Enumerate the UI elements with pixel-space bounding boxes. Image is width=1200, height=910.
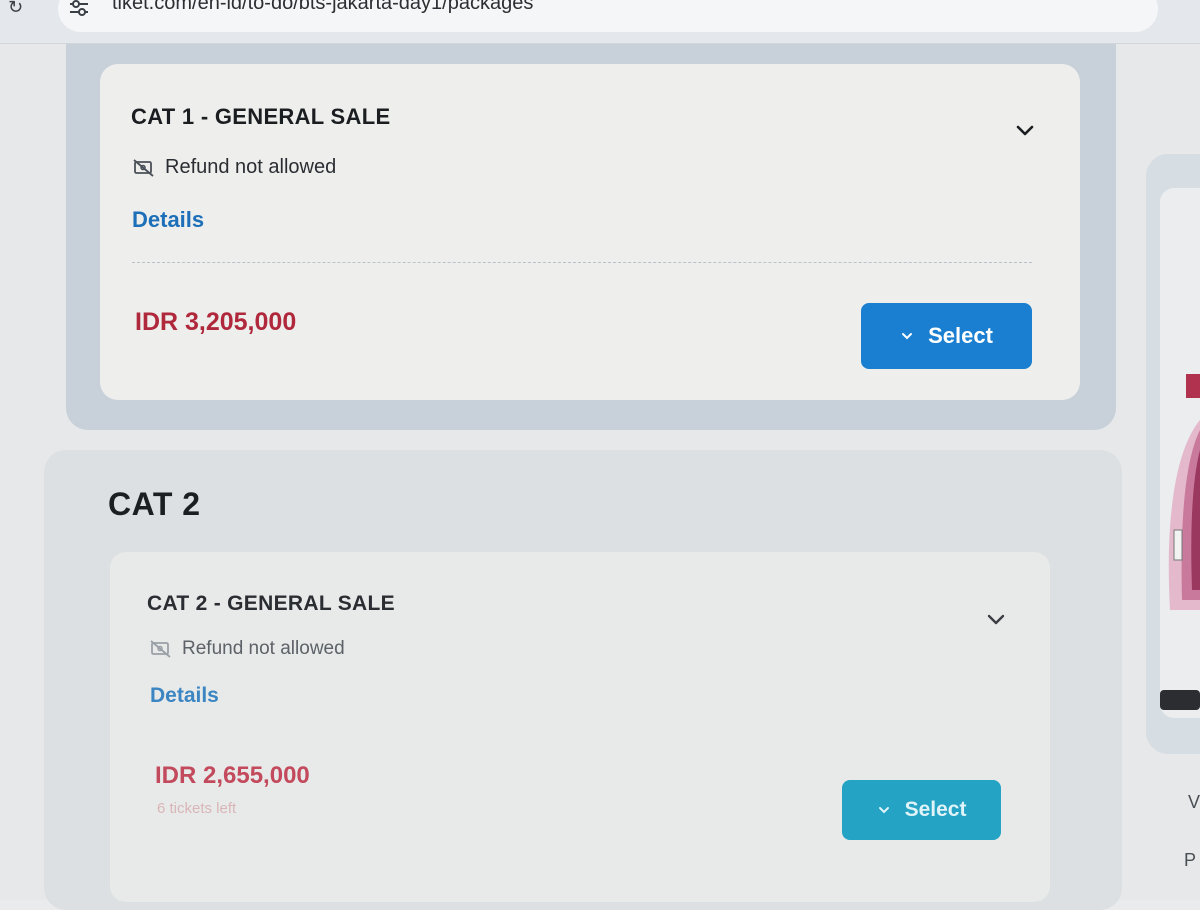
package-title: CAT 2 - GENERAL SALE <box>147 592 395 615</box>
select-label: Select <box>904 798 967 821</box>
refund-text: Refund not allowed <box>182 638 345 659</box>
package-price: IDR 2,655,000 <box>155 762 310 789</box>
package-price: IDR 3,205,000 <box>135 308 297 336</box>
venue-map-image <box>1160 374 1200 710</box>
card-divider <box>132 262 1032 263</box>
right-panel-text: P <box>1184 850 1197 870</box>
reload-icon[interactable]: ↻ <box>8 0 28 16</box>
site-settings-icon[interactable] <box>68 0 90 16</box>
browser-toolbar: ↻ tiket.com/en-id/to-do/bts-jakarta-day1… <box>0 0 1200 44</box>
url-text[interactable]: tiket.com/en-id/to-do/bts-jakarta-day1/p… <box>112 0 533 15</box>
tickets-left: 6 tickets left <box>157 800 237 817</box>
refund-policy: Refund not allowed <box>133 156 336 179</box>
refund-policy: Refund not allowed <box>150 638 345 660</box>
expand-chevron-icon[interactable] <box>984 607 1008 631</box>
details-link[interactable]: Details <box>150 684 219 708</box>
details-link[interactable]: Details <box>132 207 204 233</box>
select-button[interactable]: Select <box>842 780 1001 840</box>
select-button[interactable]: Select <box>861 303 1032 369</box>
package-title: CAT 1 - GENERAL SALE <box>131 104 391 129</box>
select-label: Select <box>928 323 993 348</box>
chevron-down-icon <box>902 333 913 340</box>
refund-text: Refund not allowed <box>165 156 337 178</box>
expand-chevron-icon[interactable] <box>1013 118 1037 142</box>
right-panel-text: V <box>1188 792 1200 812</box>
chevron-down-icon <box>878 807 889 814</box>
no-refund-icon <box>133 158 154 177</box>
section-heading: CAT 2 <box>108 486 201 522</box>
no-refund-icon <box>150 640 171 658</box>
